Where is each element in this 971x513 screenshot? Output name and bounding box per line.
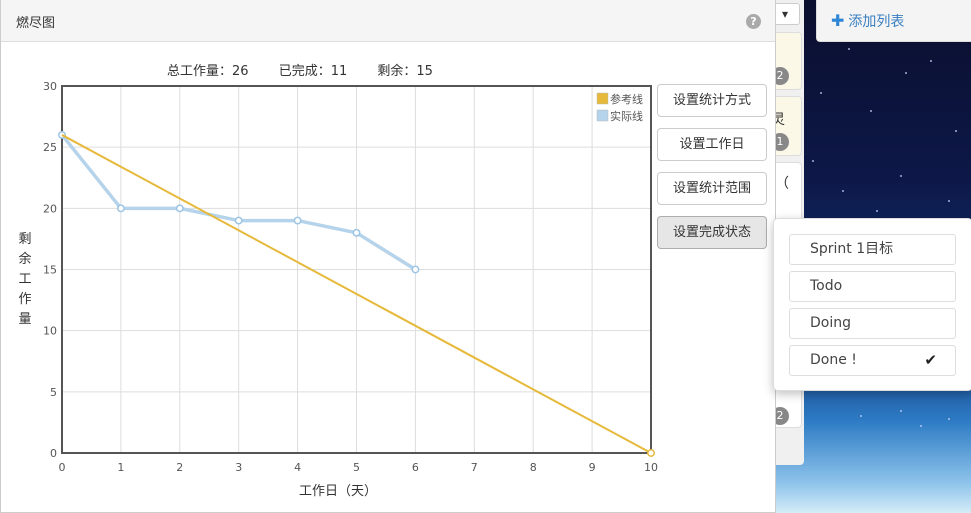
set-statistics-range-button[interactable]: 设置统计范围 — [657, 172, 767, 205]
status-option-doing[interactable]: Doing — [789, 308, 956, 339]
star — [905, 72, 907, 74]
legend-label: 实际线 — [610, 109, 643, 123]
y-axis-label-char: 剩 — [18, 232, 32, 247]
star — [842, 190, 844, 192]
x-tick-label: 5 — [353, 461, 360, 474]
actual-point — [411, 265, 420, 274]
x-tick-label: 3 — [235, 461, 242, 474]
legend-swatch — [596, 109, 609, 122]
x-tick-label: 7 — [471, 461, 478, 474]
chart-grid — [61, 85, 652, 454]
star — [930, 60, 932, 62]
star — [848, 48, 850, 50]
x-tick-label: 1 — [117, 461, 124, 474]
x-tick-label: 9 — [589, 461, 596, 474]
star — [812, 160, 814, 162]
y-tick-label: 20 — [43, 202, 57, 215]
card-text-fragment: （ — [775, 176, 789, 192]
star — [920, 425, 922, 427]
legend-swatch — [596, 92, 609, 105]
x-tick-label: 6 — [412, 461, 419, 474]
option-label: Doing — [810, 315, 851, 331]
add-list-label: 添加列表 — [848, 14, 905, 30]
star — [948, 418, 950, 420]
x-axis-label: 工作日（天） — [299, 484, 378, 499]
x-tick-label: 8 — [530, 461, 537, 474]
y-axis-label-char: 作 — [18, 292, 32, 307]
actual-point — [116, 204, 125, 213]
y-axis-label: 剩余工作量 — [17, 230, 33, 330]
status-option-done[interactable]: Done ! ✔ — [789, 345, 956, 376]
chart-legend: 参考线实际线 — [596, 92, 643, 123]
option-label: Done ! — [810, 352, 857, 368]
actual-point — [293, 216, 302, 225]
status-option-sprint1-goal[interactable]: Sprint 1目标 — [789, 234, 956, 265]
burndown-modal: 燃尽图 ? 总工作量：26 已完成：11 剩余：15 0 1 2 3 4 5 6 7 8 9 10 … — [0, 0, 776, 513]
y-tick-label: 0 — [50, 447, 57, 460]
y-tick-label: 15 — [43, 264, 57, 277]
star — [900, 410, 902, 412]
actual-point — [352, 228, 361, 237]
done-status-popover: Sprint 1目标 Todo Doing Done ! ✔ — [773, 218, 971, 391]
actual-point — [175, 204, 184, 213]
star — [860, 415, 862, 417]
add-list-button[interactable]: ✚ 添加列表 — [816, 0, 971, 42]
y-tick-label: 10 — [43, 325, 57, 338]
y-tick-label: 25 — [43, 141, 57, 154]
y-axis-label-char: 量 — [18, 312, 32, 327]
y-axis-label-char: 工 — [18, 272, 32, 287]
y-tick-label: 5 — [50, 386, 57, 399]
status-option-todo[interactable]: Todo — [789, 271, 956, 302]
set-done-status-button[interactable]: 设置完成状态 — [657, 216, 767, 249]
star — [900, 175, 902, 177]
option-label: Todo — [810, 278, 843, 294]
star — [876, 210, 878, 212]
actual-point — [234, 216, 243, 225]
burndown-chart: 0 1 2 3 4 5 6 7 8 9 10 0 5 10 15 20 25 30 参考线实际线 — [43, 80, 659, 474]
x-tick-label: 2 — [176, 461, 183, 474]
y-axis-label-char: 余 — [18, 252, 32, 267]
plus-icon: ✚ — [831, 11, 845, 30]
y-axis-ticks: 0 5 10 15 20 25 30 — [43, 80, 57, 460]
option-label: Sprint 1目标 — [810, 241, 894, 257]
set-statistics-method-button[interactable]: 设置统计方式 — [657, 84, 767, 117]
x-tick-label: 0 — [59, 461, 66, 474]
x-axis-ticks: 0 1 2 3 4 5 6 7 8 9 10 — [59, 461, 659, 474]
star — [955, 130, 957, 132]
x-tick-label: 10 — [644, 461, 658, 474]
star — [870, 110, 872, 112]
star — [948, 200, 950, 202]
star — [820, 92, 822, 94]
checkmark-icon: ✔ — [924, 351, 937, 369]
reference-point — [647, 449, 655, 457]
x-tick-label: 4 — [294, 461, 301, 474]
y-tick-label: 30 — [43, 80, 57, 93]
legend-label: 参考线 — [610, 92, 643, 106]
set-workdays-button[interactable]: 设置工作日 — [657, 128, 767, 161]
